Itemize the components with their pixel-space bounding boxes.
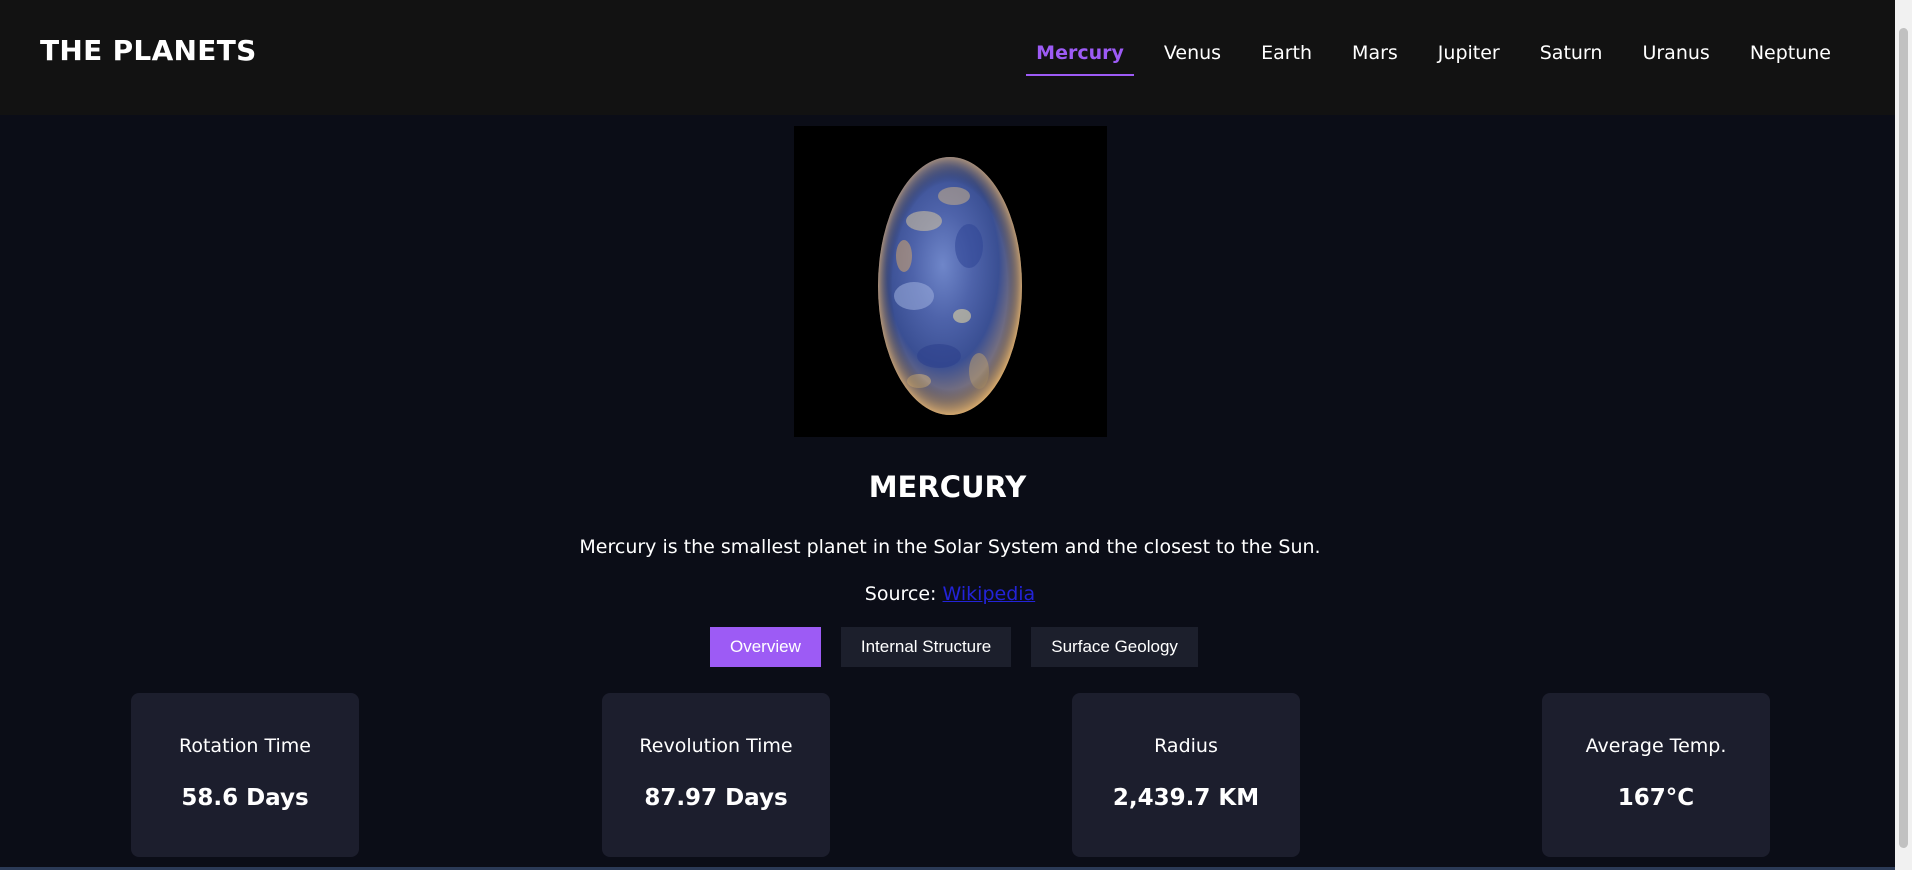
tab-overview[interactable]: Overview xyxy=(710,627,821,667)
nav-item-mercury[interactable]: Mercury xyxy=(1016,42,1144,76)
stat-card-rotation: Rotation Time 58.6 Days xyxy=(131,693,359,857)
nav-item-neptune[interactable]: Neptune xyxy=(1730,42,1851,76)
mercury-planet-illustration xyxy=(878,157,1022,415)
stat-label: Radius xyxy=(1154,735,1218,757)
stat-value: 58.6 Days xyxy=(181,785,309,811)
header: THE PLANETS Mercury Venus Earth Mars Jup… xyxy=(0,0,1895,115)
planet-title: MERCURY xyxy=(868,470,1027,504)
tab-internal-structure[interactable]: Internal Structure xyxy=(840,627,1012,667)
planet-image xyxy=(794,126,1107,437)
tab-surface-geology[interactable]: Surface Geology xyxy=(1031,627,1198,667)
wikipedia-link[interactable]: Wikipedia xyxy=(943,583,1036,605)
planet-description: Mercury is the smallest planet in the So… xyxy=(579,536,1321,558)
nav-item-jupiter[interactable]: Jupiter xyxy=(1418,42,1520,76)
nav-item-uranus[interactable]: Uranus xyxy=(1622,42,1729,76)
stat-label: Average Temp. xyxy=(1585,735,1727,757)
nav-item-venus[interactable]: Venus xyxy=(1144,42,1241,76)
stat-label: Rotation Time xyxy=(179,735,311,757)
stat-card-temperature: Average Temp. 167°C xyxy=(1542,693,1770,857)
content-tabs: Overview Internal Structure Surface Geol… xyxy=(710,627,1198,667)
scrollbar-thumb[interactable] xyxy=(1899,28,1908,848)
source-label: Source: xyxy=(864,583,937,605)
stat-value: 2,439.7 KM xyxy=(1112,785,1260,811)
planet-nav: Mercury Venus Earth Mars Jupiter Saturn … xyxy=(1016,42,1851,76)
vertical-scrollbar[interactable] xyxy=(1895,0,1912,870)
stat-label: Revolution Time xyxy=(639,735,793,757)
stat-value: 87.97 Days xyxy=(644,785,788,811)
nav-item-saturn[interactable]: Saturn xyxy=(1520,42,1623,76)
stat-card-revolution: Revolution Time 87.97 Days xyxy=(602,693,830,857)
stat-card-radius: Radius 2,439.7 KM xyxy=(1072,693,1300,857)
source-line: Source: Wikipedia xyxy=(0,583,1900,605)
nav-item-earth[interactable]: Earth xyxy=(1241,42,1332,76)
stat-value: 167°C xyxy=(1617,785,1695,811)
logo[interactable]: THE PLANETS xyxy=(40,34,257,67)
nav-item-mars[interactable]: Mars xyxy=(1332,42,1418,76)
page: THE PLANETS Mercury Venus Earth Mars Jup… xyxy=(0,0,1912,870)
